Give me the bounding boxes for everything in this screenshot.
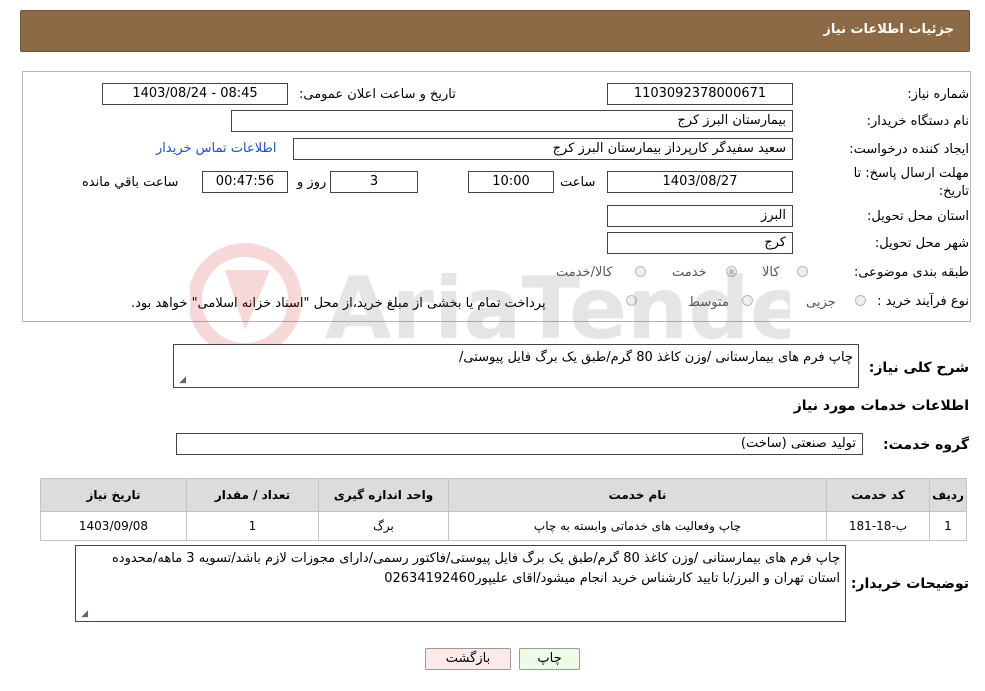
cell-need-date: 1403/09/08 (40, 511, 187, 541)
days-field: 3 (330, 171, 418, 193)
category-option-goods-service: کالا/خدمت (556, 265, 613, 280)
cell-unit: برگ (318, 511, 449, 541)
services-section-title: اطلاعات خدمات مورد نیاز (793, 398, 969, 414)
col-service-name: نام خدمت (448, 478, 827, 512)
table-row: 1 ب-18-181 چاپ وفعالیت های خدماتی وابسته… (40, 511, 967, 541)
category-radio-goods-service[interactable] (635, 266, 646, 277)
summary-label: شرح کلی نیاز: (868, 360, 969, 376)
col-need-date: تاریخ نیاز (40, 478, 187, 512)
purchase-radio-medium[interactable] (742, 295, 753, 306)
creator-field: سعید سفیدگر کارپرداز بیمارستان البرز کرج (293, 138, 793, 160)
buyer-field: بیمارستان البرز کرج (231, 110, 793, 132)
buyer-label: نام دستگاه خریدار: (866, 114, 969, 129)
announce-label: تاریخ و ساعت اعلان عمومی: (299, 87, 456, 102)
service-group-label: گروه خدمت: (883, 437, 969, 453)
purchase-option-medium: متوسط (688, 295, 729, 310)
purchase-type-label: نوع فرآیند خرید : (877, 294, 969, 309)
page-title: جزئیات اطلاعات نیاز (823, 22, 954, 37)
days-label: روز و (297, 175, 327, 190)
deadline-time-field: 10:00 (468, 171, 554, 193)
category-radio-service[interactable] (726, 266, 737, 277)
buyer-notes-textarea[interactable]: چاپ فرم های بیمارستانی /وزن کاغذ 80 گرم/… (75, 545, 846, 622)
need-number-label: شماره نیاز: (907, 87, 969, 102)
resize-grip-icon[interactable]: ◢ (176, 375, 186, 385)
cell-quantity: 1 (186, 511, 319, 541)
resize-grip-icon[interactable]: ◢ (78, 609, 88, 619)
treasury-note: پرداخت تمام یا بخشی از مبلغ خرید،از محل … (131, 296, 546, 311)
deadline-date-field: 1403/08/27 (607, 171, 793, 193)
col-row-number: ردیف (929, 478, 967, 512)
purchase-option-minor: جزیی (806, 295, 836, 310)
col-quantity: تعداد / مقدار (186, 478, 319, 512)
province-field: البرز (607, 205, 793, 227)
buyer-notes-text: چاپ فرم های بیمارستانی /وزن کاغذ 80 گرم/… (111, 551, 840, 586)
cell-row-number: 1 (929, 511, 967, 541)
back-button[interactable]: بازگشت (425, 648, 511, 670)
summary-textarea[interactable]: چاپ فرم های بیمارستانی /وزن کاغذ 80 گرم/… (173, 344, 859, 388)
table-header-row: ردیف کد خدمت نام خدمت واحد اندازه گیری ت… (40, 478, 967, 512)
cell-service-name: چاپ وفعالیت های خدماتی وابسته به چاپ (448, 511, 827, 541)
category-radio-goods[interactable] (797, 266, 808, 277)
page-header: جزئیات اطلاعات نیاز (20, 10, 970, 52)
city-field: کرج (607, 232, 793, 254)
info-panel (22, 71, 971, 322)
deadline-label-2: تاریخ: (938, 184, 969, 199)
category-option-service: خدمت (672, 265, 707, 280)
cell-service-code: ب-18-181 (826, 511, 930, 541)
deadline-time-label: ساعت (560, 175, 596, 190)
services-table: ردیف کد خدمت نام خدمت واحد اندازه گیری ت… (40, 478, 967, 541)
category-option-goods: کالا (762, 265, 780, 280)
buyer-notes-label: توضیحات خریدار: (850, 576, 969, 592)
deadline-label: مهلت ارسال پاسخ: تا (853, 166, 969, 181)
purchase-radio-minor[interactable] (855, 295, 866, 306)
city-label: شهر محل تحویل: (874, 236, 969, 251)
service-group-field: تولید صنعتی (ساخت) (176, 433, 863, 455)
remaining-time-field: 00:47:56 (202, 171, 288, 193)
announce-field: 1403/08/24 - 08:45 (102, 83, 288, 105)
print-button[interactable]: چاپ (519, 648, 580, 670)
buyer-contact-link[interactable]: اطلاعات تماس خریدار (156, 141, 276, 156)
treasury-checkbox[interactable] (626, 295, 637, 306)
need-number-field: 1103092378000671 (607, 83, 793, 105)
col-service-code: کد خدمت (826, 478, 930, 512)
creator-label: ایجاد کننده درخواست: (849, 142, 969, 157)
col-unit: واحد اندازه گیری (318, 478, 449, 512)
remaining-label: ساعت باقي مانده (82, 175, 179, 190)
summary-text: چاپ فرم های بیمارستانی /وزن کاغذ 80 گرم/… (459, 350, 853, 365)
province-label: استان محل تحویل: (867, 209, 969, 224)
category-label: طبقه بندی موضوعی: (853, 265, 969, 280)
